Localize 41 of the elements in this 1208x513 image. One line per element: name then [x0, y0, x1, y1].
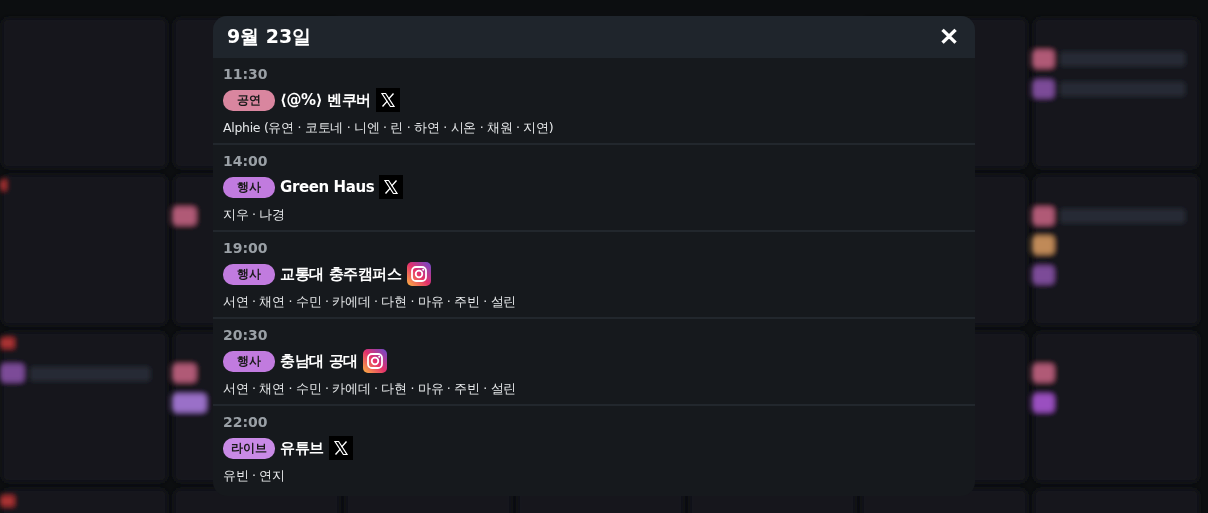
- event-time: 11:30: [223, 66, 268, 82]
- member-list: 서연 · 채연 · 수민 · 카에데 · 다현 · 마유 · 주빈 · 설린: [223, 381, 517, 398]
- camera-logo-icon[interactable]: [362, 349, 387, 373]
- category-tag: 행사: [223, 176, 275, 198]
- day-mark: [0, 496, 14, 506]
- event-chip: [172, 394, 206, 412]
- member-list: 유빈 · 연지: [223, 468, 285, 485]
- event-title: 충남대 공대: [280, 351, 358, 371]
- member-list: 서연 · 채연 · 수민 · 카에데 · 다현 · 마유 · 주빈 · 설린: [223, 294, 517, 311]
- category-tag: 라이브: [223, 437, 275, 459]
- category-tag: 행사: [223, 350, 275, 372]
- x-logo-icon[interactable]: [328, 436, 353, 460]
- x-logo-icon[interactable]: [375, 88, 400, 112]
- event-title: Green Haus: [280, 178, 375, 196]
- x-logo-icon[interactable]: [379, 175, 404, 199]
- event-title: 교통대 충주캠퍼스: [280, 264, 402, 284]
- event-chip: [1032, 50, 1054, 68]
- event-chip: [1032, 394, 1054, 412]
- member-list: 지우 · 나경: [223, 207, 285, 224]
- event-chip: [1032, 364, 1054, 382]
- event-chip: [1032, 80, 1054, 98]
- event-time: 14:00: [223, 153, 268, 169]
- category-tag: 행사: [223, 263, 275, 285]
- event-chip: [1032, 236, 1054, 254]
- member-list: Alphie (유연 · 코토네 · 니엔 · 린 · 하연 · 시온 · 채원 · 지연): [223, 120, 554, 137]
- event-title: ⟨@%⟩ 벤쿠버: [280, 90, 371, 110]
- day-mark: [0, 338, 14, 348]
- camera-logo-icon[interactable]: [406, 262, 431, 286]
- event-chip: [172, 207, 196, 225]
- event-time: 20:30: [223, 327, 268, 343]
- category-tag: 공연: [223, 89, 275, 111]
- event-chip: [1032, 207, 1054, 225]
- close-button[interactable]: ✕: [937, 25, 961, 49]
- day-mark: [0, 180, 6, 190]
- dialog-title: 9월 23일: [227, 24, 312, 49]
- event-chip: [172, 364, 196, 382]
- event-chip: [0, 364, 24, 382]
- event-time: 19:00: [223, 240, 268, 256]
- event-time: 22:00: [223, 414, 268, 430]
- event-title: 유튜브: [280, 438, 324, 458]
- event-chip: [1032, 266, 1054, 284]
